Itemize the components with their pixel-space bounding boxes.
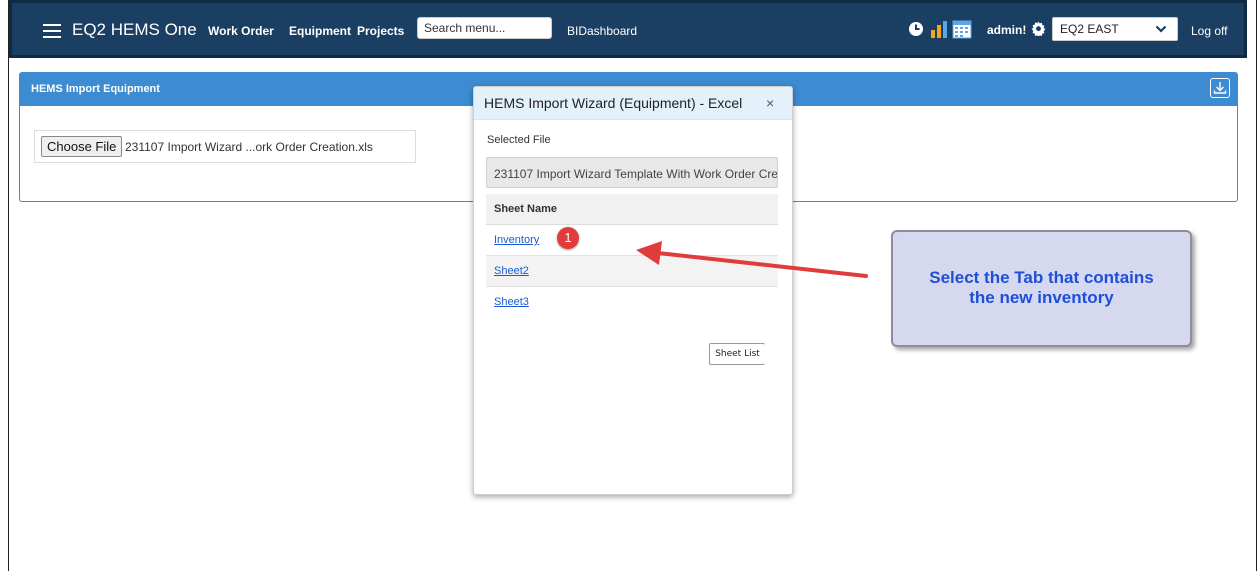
sheet-link-sheet2[interactable]: Sheet2 <box>494 265 529 277</box>
table-row: Inventory <box>486 225 778 256</box>
chevron-down-icon <box>1155 25 1167 33</box>
chart-icon[interactable] <box>930 20 948 38</box>
table-row: Sheet2 <box>486 256 778 287</box>
download-icon <box>1213 82 1227 94</box>
selected-file-field: 231107 Import Wizard Template With Work … <box>486 157 778 188</box>
user-name[interactable]: admin! <box>987 23 1026 37</box>
callout-line-2: the new inventory <box>969 288 1114 307</box>
region-select-value: EQ2 EAST <box>1060 22 1119 36</box>
callout-text: Select the Tab that contains the new inv… <box>893 268 1190 308</box>
logoff-link[interactable]: Log off <box>1191 24 1227 38</box>
nav-bidashboard[interactable]: BIDashboard <box>567 24 637 38</box>
chosen-file-name: 231107 Import Wizard ...ork Order Creati… <box>125 140 373 154</box>
modal-title: HEMS Import Wizard (Equipment) - Excel <box>484 95 743 111</box>
nav-projects[interactable]: Projects <box>357 24 404 38</box>
panel-title: HEMS Import Equipment <box>31 83 160 95</box>
sheet-link-sheet3[interactable]: Sheet3 <box>494 296 529 308</box>
region-select[interactable]: EQ2 EAST <box>1052 17 1178 41</box>
callout-line-1: Select the Tab that contains <box>929 268 1154 287</box>
selected-file-label: Selected File <box>487 134 551 146</box>
sheet-list-button[interactable]: Sheet List <box>709 343 765 365</box>
download-button[interactable] <box>1210 78 1230 98</box>
nav-equipment[interactable]: Equipment <box>289 24 351 38</box>
sheet-link-inventory[interactable]: Inventory <box>494 234 539 246</box>
instruction-callout: Select the Tab that contains the new inv… <box>891 230 1192 347</box>
clock-icon[interactable] <box>908 21 924 37</box>
modal-header: HEMS Import Wizard (Equipment) - Excel × <box>474 87 792 120</box>
table-row: Sheet3 <box>486 287 778 317</box>
brand-title[interactable]: EQ2 HEMS One <box>72 20 197 40</box>
file-input[interactable]: Choose File 231107 Import Wizard ...ork … <box>34 130 416 163</box>
calendar-icon[interactable] <box>952 19 972 39</box>
choose-file-button[interactable]: Choose File <box>41 136 123 157</box>
close-icon[interactable]: × <box>766 95 774 111</box>
step-badge: 1 <box>557 227 579 249</box>
search-menu-input[interactable] <box>417 17 552 39</box>
sheet-name-header: Sheet Name <box>486 194 778 225</box>
gear-icon[interactable] <box>1031 21 1046 36</box>
nav-work-order[interactable]: Work Order <box>208 24 274 38</box>
selected-file-value: 231107 Import Wizard Template With Work … <box>494 167 778 181</box>
sheet-name-header-label: Sheet Name <box>494 203 557 215</box>
import-wizard-modal: HEMS Import Wizard (Equipment) - Excel ×… <box>473 86 793 495</box>
sheet-table: Sheet Name Inventory Sheet2 Sheet3 <box>486 194 778 317</box>
top-navbar: EQ2 HEMS One Work Order Equipment Projec… <box>9 0 1247 58</box>
menu-icon[interactable] <box>43 24 61 38</box>
